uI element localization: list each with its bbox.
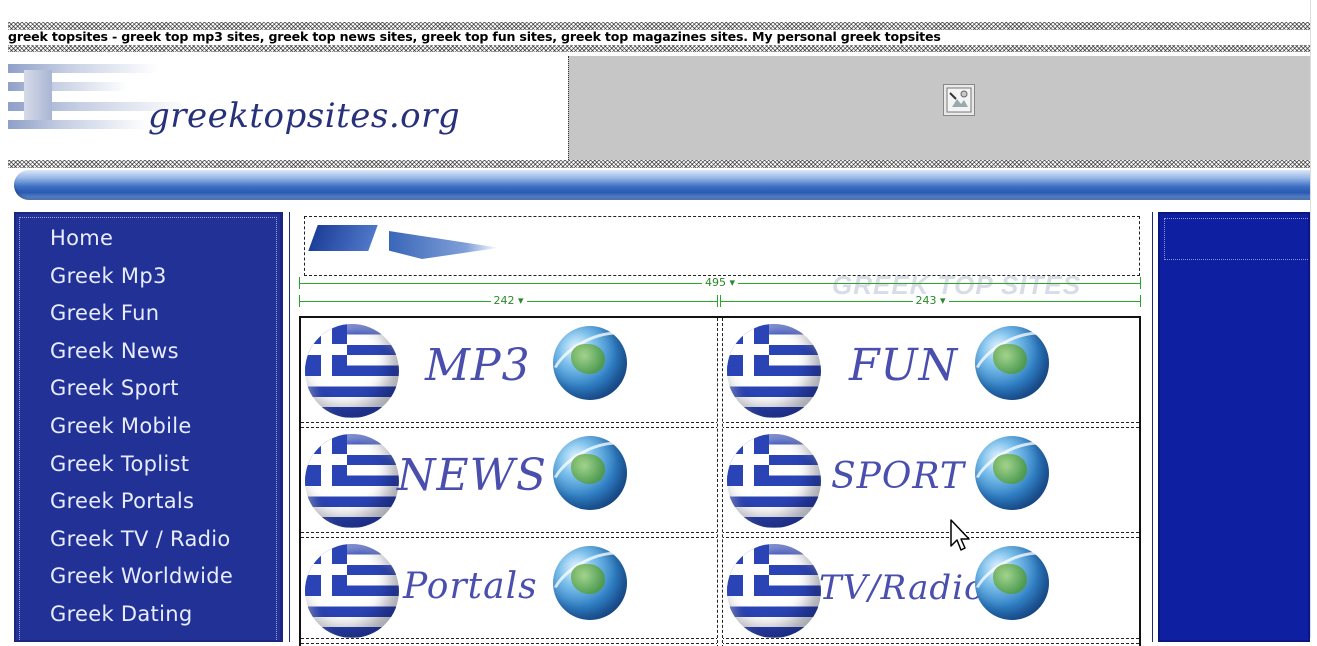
header-image — [304, 216, 1140, 276]
nav-item-greek-sport[interactable]: Greek Sport — [50, 374, 233, 412]
category-portals[interactable]: Portals — [301, 538, 717, 642]
category-label: Portals — [403, 566, 538, 607]
mouse-pointer-icon — [949, 518, 973, 554]
nav-item-home[interactable]: Home — [50, 224, 233, 262]
greek-flag-icon — [305, 544, 399, 638]
dotted-separator — [8, 160, 1313, 168]
column2-width-guide[interactable]: 243 ▾ — [720, 294, 1141, 308]
nav-item-greek-portals[interactable]: Greek Portals — [50, 487, 233, 525]
globe-icon — [540, 318, 648, 408]
category-fun[interactable]: FUN — [723, 318, 1139, 422]
globe-icon — [540, 538, 648, 628]
table-width-guide[interactable]: 495 ▾ — [299, 276, 1141, 290]
category-label: SPORT — [831, 456, 965, 497]
column-divider — [282, 212, 290, 642]
nav-item-greek-mobile[interactable]: Greek Mobile — [50, 412, 233, 450]
greek-flag-icon — [305, 324, 399, 418]
category-label: FUN — [849, 340, 959, 391]
nav-item-greek-tv-radio[interactable]: Greek TV / Radio — [50, 525, 233, 563]
globe-icon — [540, 428, 648, 518]
category-label: NEWS — [397, 450, 547, 501]
nav-item-greek-fun[interactable]: Greek Fun — [50, 299, 233, 337]
greek-flag-icon — [727, 324, 821, 418]
category-tv-radio[interactable]: TV/Radio — [723, 538, 1139, 642]
banner-placeholder — [568, 56, 1314, 160]
greek-flag-icon — [305, 434, 399, 528]
category-sport[interactable]: SPORT — [723, 428, 1139, 532]
globe-icon — [962, 538, 1070, 628]
nav-item-greek-dating[interactable]: Greek Dating — [50, 600, 233, 638]
column1-width-label: 242 ▾ — [490, 294, 527, 307]
globe-icon — [962, 318, 1070, 408]
window-edge — [1310, 0, 1317, 638]
category-grid: MP3 FUN NEWS SPORT Portals TV/Radio — [299, 316, 1141, 646]
broken-image-icon — [943, 84, 975, 116]
logo-text: greektopsites.org — [148, 96, 461, 136]
site-headline: greek topsites - greek top mp3 sites, gr… — [8, 29, 941, 44]
table-width-label: 495 ▾ — [701, 276, 739, 289]
main-content: GREEK TOP SITES 495 ▾ 242 ▾ 243 ▾ MP3 FU… — [292, 212, 1152, 646]
sidebar-nav: Home Greek Mp3 Greek Fun Greek News Gree… — [14, 212, 282, 642]
greek-flag-icon — [727, 434, 821, 528]
category-label: MP3 — [425, 340, 531, 391]
dotted-border — [8, 45, 1313, 52]
site-logo[interactable]: greektopsites.org — [8, 52, 568, 160]
greek-flag-icon — [727, 544, 821, 638]
site-headline-band: greek topsites - greek top mp3 sites, gr… — [8, 22, 1313, 52]
right-sidebar — [1158, 212, 1310, 642]
nav-list: Home Greek Mp3 Greek Fun Greek News Gree… — [50, 224, 233, 638]
nav-item-greek-mp3[interactable]: Greek Mp3 — [50, 262, 233, 300]
nav-item-greek-worldwide[interactable]: Greek Worldwide — [50, 562, 233, 600]
category-news[interactable]: NEWS — [301, 428, 717, 532]
nav-item-greek-news[interactable]: Greek News — [50, 337, 233, 375]
column-divider — [717, 318, 723, 646]
globe-icon — [962, 428, 1070, 518]
column2-width-label: 243 ▾ — [912, 294, 949, 307]
nav-item-greek-toplist[interactable]: Greek Toplist — [50, 450, 233, 488]
category-label: TV/Radio — [819, 568, 986, 608]
column1-width-guide[interactable]: 242 ▾ — [299, 294, 718, 308]
category-mp3[interactable]: MP3 — [301, 318, 717, 422]
header-blue-bar — [14, 170, 1317, 200]
